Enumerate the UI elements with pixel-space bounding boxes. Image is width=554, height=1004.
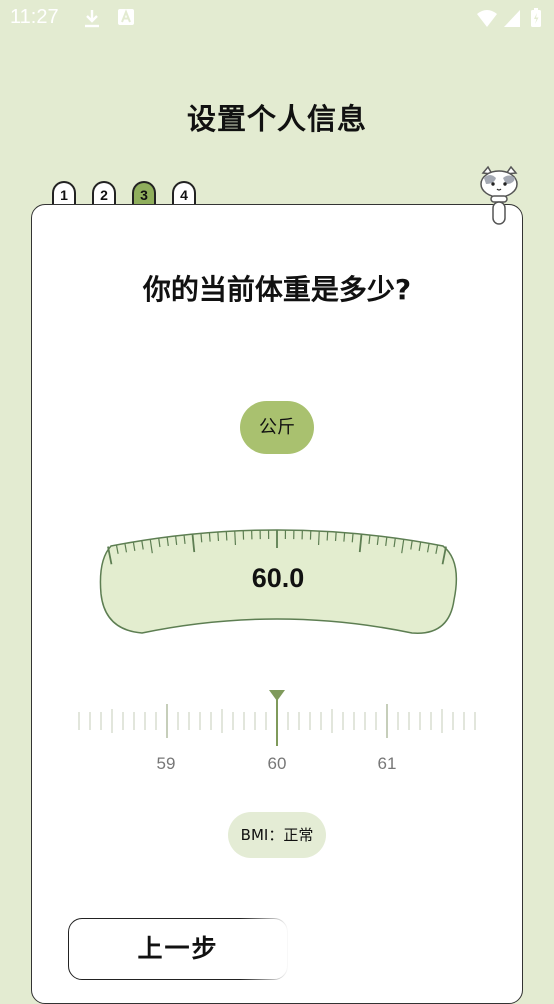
weight-value: 60.0 bbox=[200, 563, 356, 594]
a-icon bbox=[117, 8, 135, 26]
download-icon bbox=[82, 8, 102, 28]
step-tab-2[interactable]: 2 bbox=[92, 181, 116, 205]
step-tab-1[interactable]: 1 bbox=[52, 181, 76, 205]
question-text: 你的当前体重是多少? bbox=[0, 268, 554, 308]
cat-mascot-icon bbox=[476, 164, 522, 226]
scale-tick bbox=[235, 531, 236, 545]
ruler-label-59: 59 bbox=[136, 754, 196, 774]
scale-tick bbox=[201, 533, 202, 542]
signal-icon bbox=[503, 8, 521, 28]
unit-toggle-button[interactable]: 公斤 bbox=[240, 401, 314, 454]
battery-icon bbox=[530, 8, 542, 28]
wifi-icon bbox=[476, 8, 498, 28]
scale-tick bbox=[336, 532, 337, 541]
scale-tick bbox=[352, 533, 353, 542]
bmi-status-badge: BMI：正常 bbox=[228, 812, 326, 858]
ruler-label-60: 60 bbox=[247, 754, 307, 774]
status-bar: 11:27 bbox=[0, 0, 554, 36]
scale-tick bbox=[344, 533, 345, 542]
scale-tick bbox=[226, 531, 227, 540]
scale-tick bbox=[209, 533, 210, 542]
scale-tick bbox=[319, 531, 320, 545]
step-tab-4[interactable]: 4 bbox=[172, 181, 196, 205]
ruler-label-61: 61 bbox=[357, 754, 417, 774]
status-time: 11:27 bbox=[10, 6, 59, 29]
step-tab-3[interactable]: 3 bbox=[132, 181, 156, 205]
scale-tick bbox=[327, 531, 328, 540]
weight-ruler[interactable] bbox=[70, 684, 484, 750]
page-title: 设置个人信息 bbox=[0, 96, 554, 138]
bottom-fade-overlay bbox=[240, 878, 380, 984]
scale-tick bbox=[218, 532, 219, 541]
